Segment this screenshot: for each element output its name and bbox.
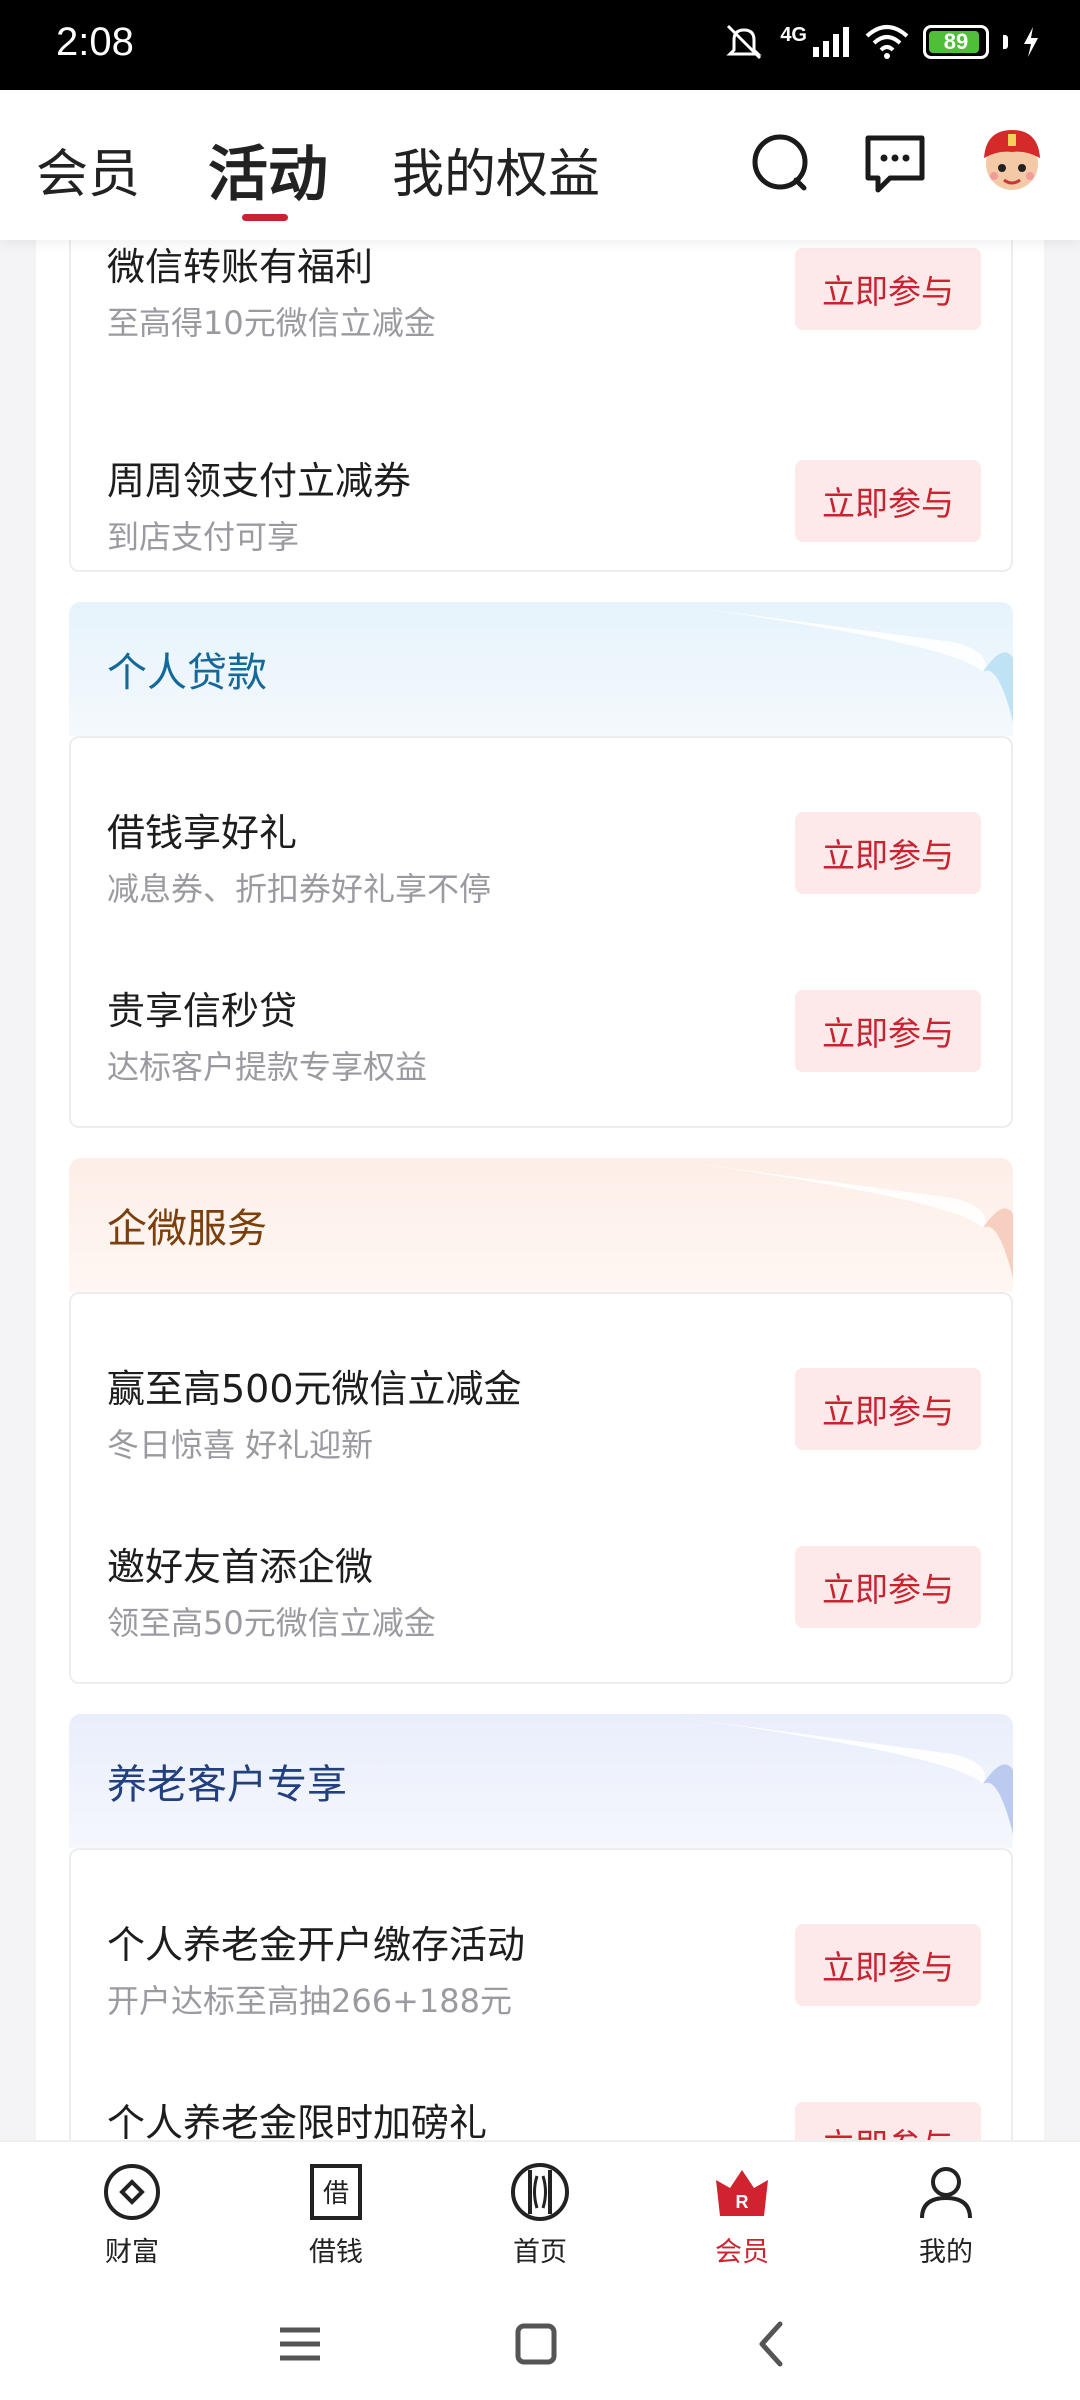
network-type: 4G [780,23,807,46]
join-button[interactable]: 立即参与 [795,460,981,542]
item-subtitle: 至高得10元微信立减金 [107,304,436,342]
list-item[interactable]: 周周领支付立减券 到店支付可享 立即参与 [71,420,1015,580]
member-crown-icon: R [716,2170,768,2216]
item-subtitle: 减息券、折扣券好礼享不停 [107,870,492,908]
wealth-icon [104,2164,160,2220]
system-navigation-bar [0,2290,1080,2400]
status-time: 2:08 [56,20,134,64]
item-title: 个人养老金开户缴存活动 [107,1923,526,1967]
top-navigation: 会员 活动 我的权益 [0,90,1080,240]
charging-icon [1024,27,1038,57]
pension-card: 个人养老金开户缴存活动 开户达标至高抽266+188元 立即参与 个人养老金限时… [69,1848,1013,2140]
section-title: 企微服务 [107,1206,267,1252]
item-subtitle: 开户达标至高抽266+188元 [107,1982,512,2020]
silent-icon [726,24,762,60]
nav-item-member[interactable]: R 会员 [672,2160,812,2280]
join-button[interactable]: 立即参与 [795,1546,981,1628]
item-subtitle: 达标客户提款专享权益 [107,1048,428,1086]
item-subtitle: 到店支付可享 [107,518,300,556]
page-curl-decoration [653,602,1013,722]
join-button[interactable]: 立即参与 [795,1924,981,2006]
search-icon[interactable] [746,128,816,198]
join-button[interactable]: 立即参与 [795,248,981,330]
signal-icon [813,27,849,57]
tab-activity[interactable]: 活动 [208,126,328,213]
tab-my-benefits[interactable]: 我的权益 [392,132,600,207]
profile-icon [920,2167,972,2219]
borrow-icon: 借 [310,2164,362,2220]
list-item[interactable]: 微信转账有福利 至高得10元微信立减金 立即参与 [71,242,1015,402]
list-item[interactable]: 赢至高500元微信立减金 冬日惊喜 好礼迎新 立即参与 [71,1328,1015,1488]
home-icon [511,2163,569,2221]
menu-icon[interactable] [268,2312,332,2376]
message-icon[interactable] [860,128,930,198]
item-title: 周周领支付立减券 [107,459,412,503]
home-square-icon[interactable] [504,2312,568,2376]
section-title: 养老客户专享 [107,1762,347,1808]
item-title: 贵享信秒贷 [107,989,298,1033]
item-title: 借钱享好礼 [107,811,298,855]
tab-member[interactable]: 会员 [36,132,140,207]
join-button[interactable]: 立即参与 [795,990,981,1072]
list-item[interactable]: 个人养老金限时加磅礼 立即参与 [71,2062,1015,2140]
nav-item-home[interactable]: 首页 [470,2160,610,2280]
item-title: 微信转账有福利 [107,245,374,289]
page-curl-decoration [653,1158,1013,1278]
mascot-avatar-icon[interactable] [974,124,1050,200]
status-icons: 4G 89 [722,22,1040,62]
nav-item-profile[interactable]: 我的 [876,2160,1016,2280]
join-button[interactable]: 立即参与 [795,2102,981,2140]
wifi-icon [865,25,909,59]
item-title: 赢至高500元微信立减金 [107,1367,522,1411]
section-header-wecom-service: 企微服务 [69,1158,1013,1292]
list-item[interactable]: 贵享信秒贷 达标客户提款专享权益 立即参与 [71,950,1015,1110]
list-item[interactable]: 个人养老金开户缴存活动 开户达标至高抽266+188元 立即参与 [71,1884,1015,2044]
svg-text:借: 借 [323,2179,349,2209]
nav-item-wealth[interactable]: 财富 [62,2160,202,2280]
list-item[interactable]: 邀好友首添企微 领至高50元微信立减金 立即参与 [71,1506,1015,1666]
wechat-benefits-card: 微信转账有福利 至高得10元微信立减金 立即参与 周周领支付立减券 到店支付可享… [69,240,1013,572]
nav-label: 首页 [513,2237,567,2268]
list-item[interactable]: 借钱享好礼 减息券、折扣券好礼享不停 立即参与 [71,772,1015,932]
join-button[interactable]: 立即参与 [795,1368,981,1450]
active-tab-indicator [242,214,288,221]
bottom-navigation: 财富 借 借钱 首页 R 会员 我的 [0,2140,1080,2290]
back-icon[interactable] [740,2312,804,2376]
wecom-service-card: 赢至高500元微信立减金 冬日惊喜 好礼迎新 立即参与 邀好友首添企微 领至高5… [69,1292,1013,1684]
section-title: 个人贷款 [107,650,267,696]
join-button[interactable]: 立即参与 [795,812,981,894]
nav-label: 我的 [919,2237,973,2268]
page-curl-decoration [653,1714,1013,1834]
section-header-pension: 养老客户专享 [69,1714,1013,1848]
nav-label: 财富 [105,2237,159,2268]
item-subtitle: 领至高50元微信立减金 [107,1604,436,1642]
item-subtitle: 冬日惊喜 好礼迎新 [107,1426,374,1464]
nav-label: 借钱 [309,2237,363,2268]
activity-list: 微信转账有福利 至高得10元微信立减金 立即参与 周周领支付立减券 到店支付可享… [36,240,1044,2140]
battery-cap [1003,35,1008,49]
section-header-personal-loan: 个人贷款 [69,602,1013,736]
nav-label: 会员 [715,2237,769,2268]
nav-item-borrow[interactable]: 借 借钱 [266,2160,406,2280]
svg-text:R: R [736,2192,749,2212]
status-bar: 2:08 4G 89 [0,0,1080,90]
battery-indicator: 89 [923,25,989,59]
personal-loan-card: 借钱享好礼 减息券、折扣券好礼享不停 立即参与 贵享信秒贷 达标客户提款专享权益… [69,736,1013,1128]
item-title: 个人养老金限时加磅礼 [107,2101,488,2140]
item-title: 邀好友首添企微 [107,1545,374,1589]
